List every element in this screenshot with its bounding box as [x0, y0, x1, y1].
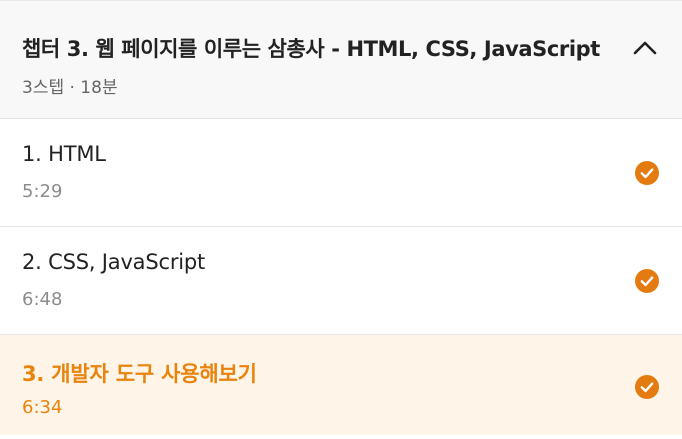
lesson-duration: 5:29 [22, 181, 63, 202]
check-circle-icon [635, 375, 659, 399]
check-circle-icon [635, 161, 659, 185]
chapter-header[interactable]: 챕터 3. 웹 페이지를 이루는 삼총사 - HTML, CSS, JavaSc… [0, 1, 682, 119]
lesson-item-2[interactable]: 2. CSS, JavaScript 6:48 [0, 227, 682, 335]
chevron-up-icon[interactable] [632, 37, 658, 59]
check-circle-icon [635, 269, 659, 293]
lesson-item-1[interactable]: 1. HTML 5:29 [0, 119, 682, 227]
curriculum-panel: 챕터 3. 웹 페이지를 이루는 삼총사 - HTML, CSS, JavaSc… [0, 0, 682, 439]
chapter-meta: 3스텝 · 18분 [22, 78, 118, 98]
lesson-duration: 6:34 [22, 397, 63, 418]
lesson-title: 1. HTML [22, 142, 106, 166]
chapter-title: 챕터 3. 웹 페이지를 이루는 삼총사 - HTML, CSS, JavaSc… [22, 37, 600, 61]
lesson-title: 3. 개발자 도구 사용해보기 [22, 362, 257, 386]
lesson-duration: 6:48 [22, 289, 63, 310]
lesson-item-3-active[interactable]: 3. 개발자 도구 사용해보기 6:34 [0, 335, 682, 435]
lesson-title: 2. CSS, JavaScript [22, 250, 206, 274]
